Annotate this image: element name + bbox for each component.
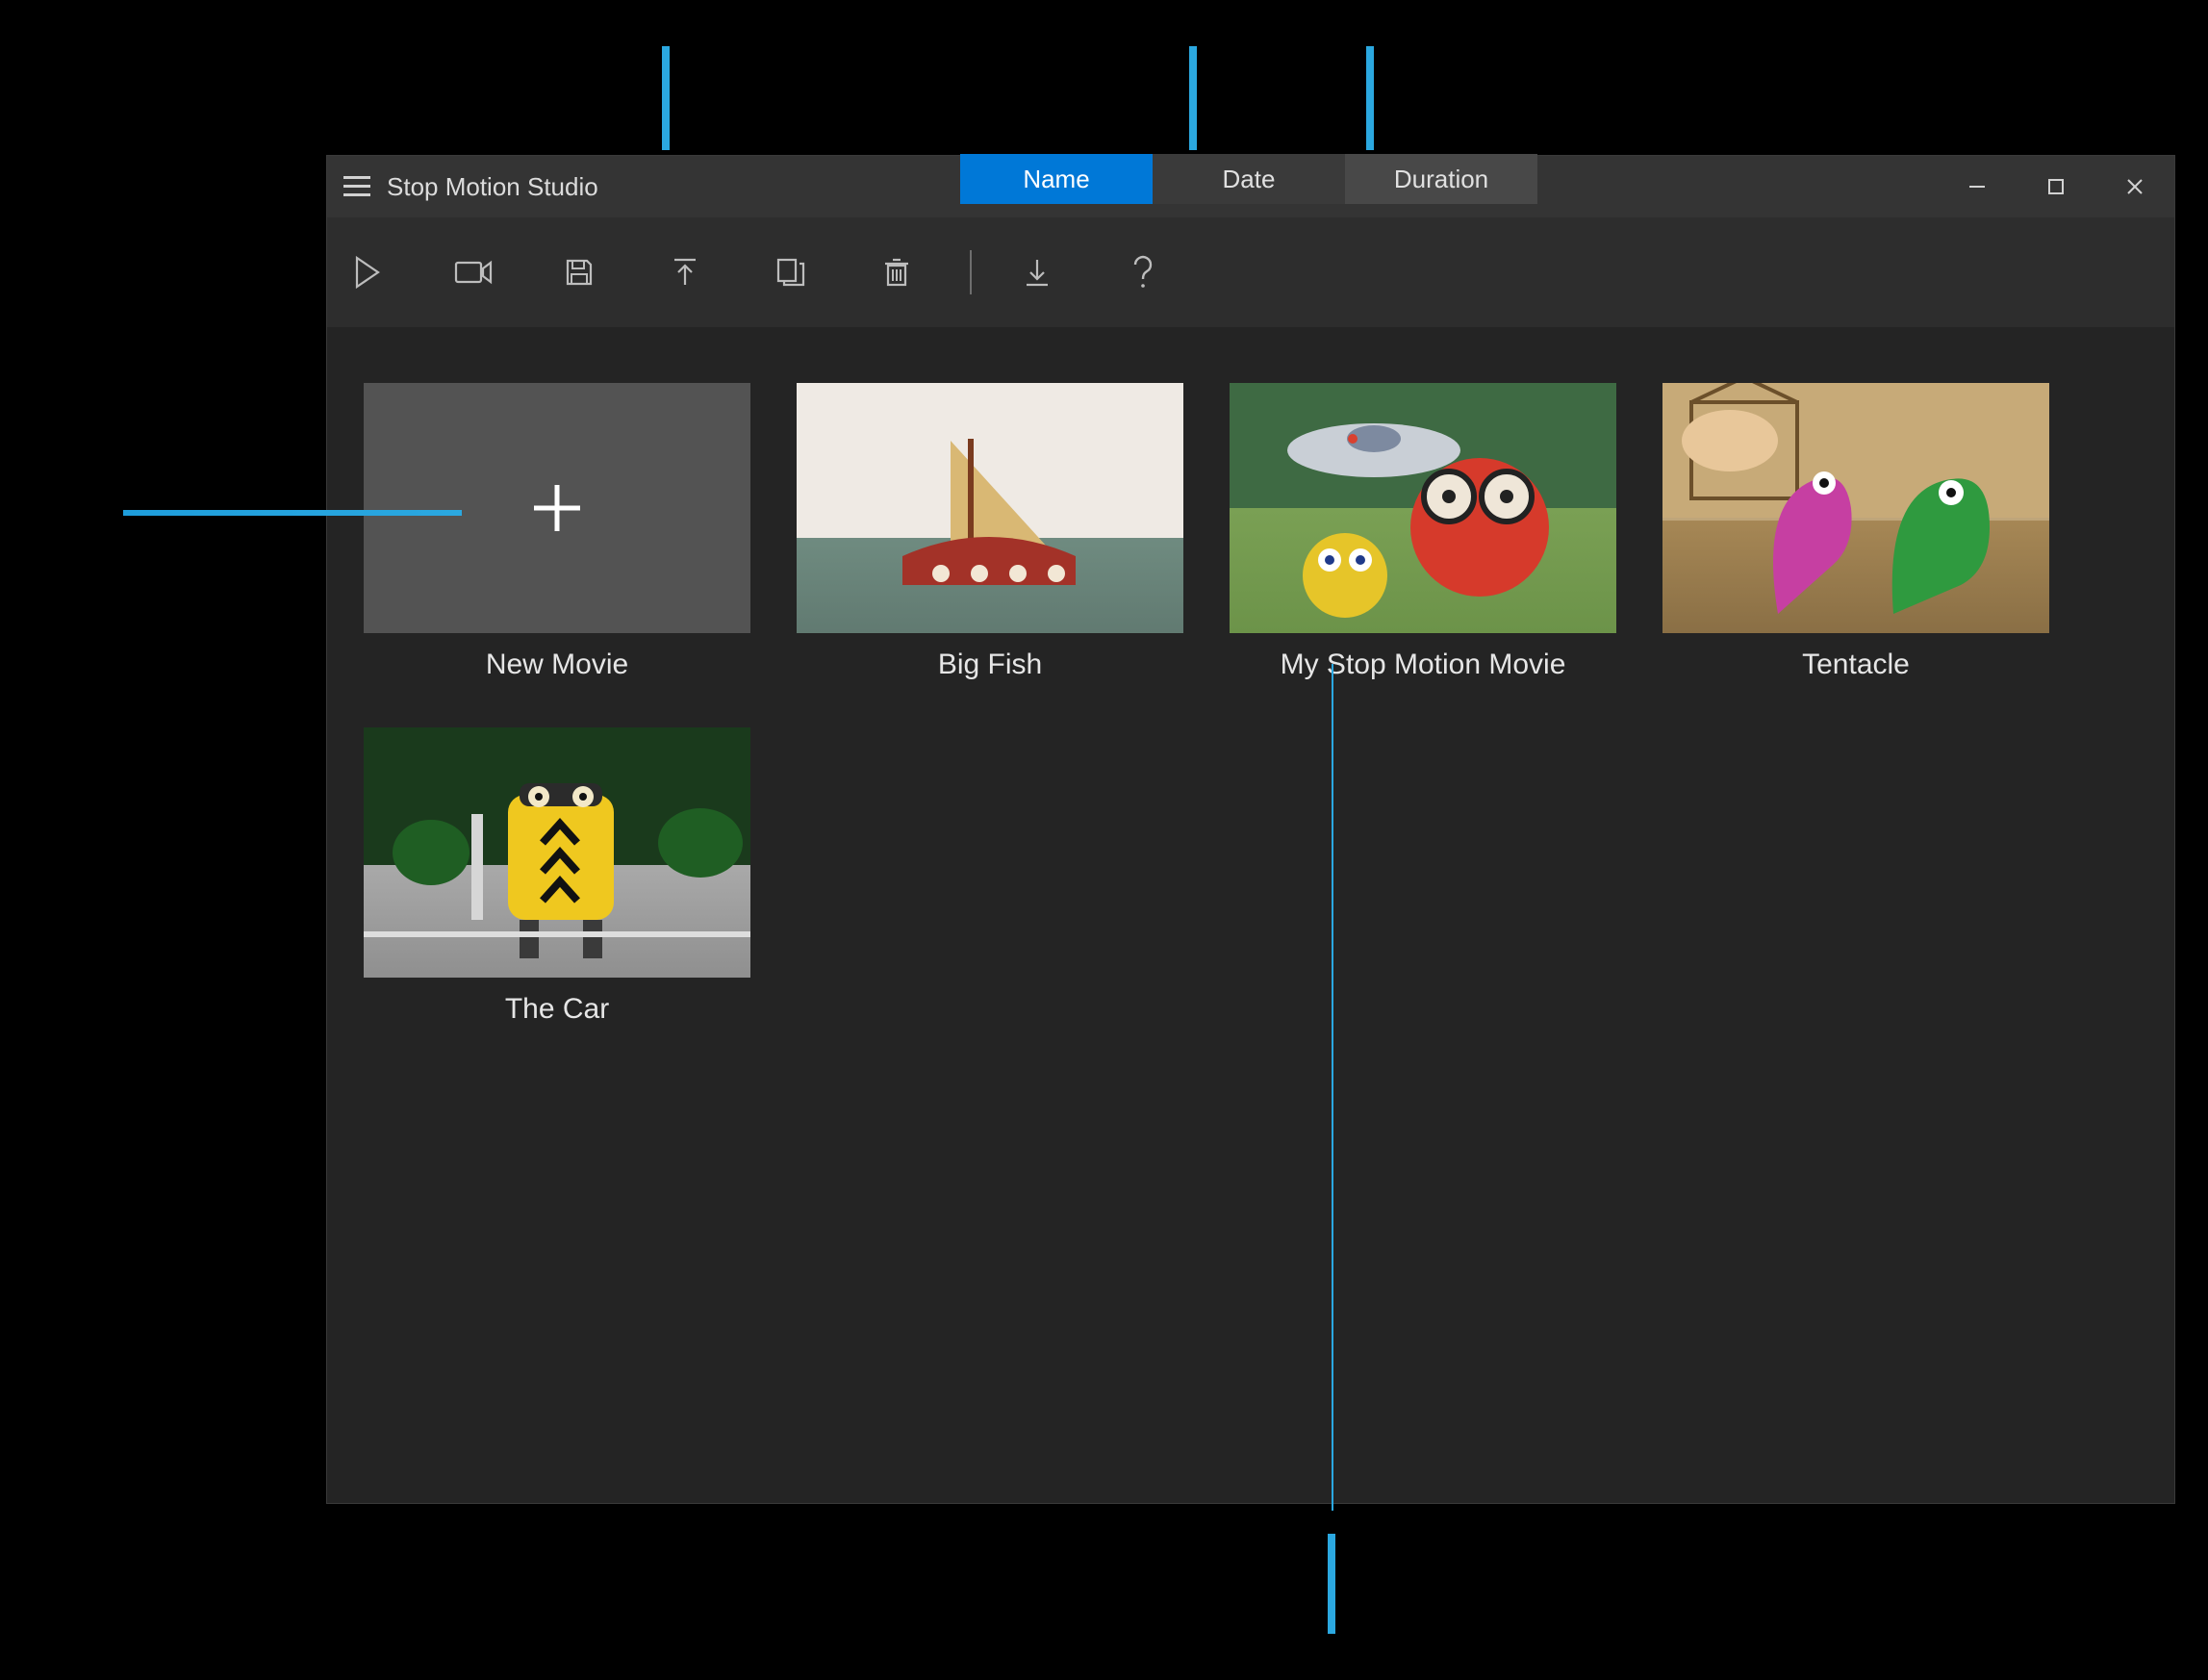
project-tile-tentacle[interactable]: Tentacle <box>1662 383 2049 681</box>
play-icon <box>353 256 382 289</box>
copy-icon <box>774 256 807 289</box>
project-gallery: New Movie Big Fish <box>327 327 2174 1082</box>
callout-marker-project <box>1332 664 1333 1511</box>
project-title: My Stop Motion Movie <box>1281 649 1566 681</box>
project-title: New Movie <box>486 649 628 681</box>
maximize-icon <box>2047 178 2065 195</box>
app-title: Stop Motion Studio <box>387 172 598 202</box>
copy-button[interactable] <box>768 249 814 295</box>
project-title: Big Fish <box>938 649 1042 681</box>
project-tile-the-car[interactable]: The Car <box>364 727 750 1026</box>
minimize-icon <box>1967 177 1987 196</box>
project-thumb <box>797 383 1183 633</box>
project-title: Tentacle <box>1802 649 1910 681</box>
play-button[interactable] <box>344 249 391 295</box>
save-icon <box>564 257 595 288</box>
sort-tab-name[interactable]: Name <box>960 154 1153 204</box>
callout-marker-new-movie <box>123 510 462 516</box>
window-controls <box>1938 156 2174 217</box>
sort-tabs: Name Date Duration <box>960 154 1537 204</box>
plus-icon <box>526 477 588 539</box>
toolbar <box>327 217 2174 327</box>
maximize-button[interactable] <box>2017 156 2095 217</box>
project-tile-new-movie[interactable]: New Movie <box>364 383 750 681</box>
camera-icon <box>454 259 493 286</box>
project-tile-big-fish[interactable]: Big Fish <box>797 383 1183 681</box>
import-button[interactable] <box>1014 249 1060 295</box>
project-tile-my-stop-motion[interactable]: My Stop Motion Movie <box>1230 383 1616 681</box>
sort-tab-duration[interactable]: Duration <box>1345 154 1537 204</box>
import-down-icon <box>1023 256 1052 289</box>
callout-marker-toolbar <box>662 46 670 150</box>
sort-tab-date[interactable]: Date <box>1153 154 1345 204</box>
toolbar-divider <box>970 250 972 294</box>
project-thumb <box>1230 383 1616 633</box>
delete-button[interactable] <box>874 249 920 295</box>
minimize-button[interactable] <box>1938 156 2017 217</box>
close-icon <box>2125 177 2145 196</box>
thumbnail-illustration <box>797 383 1183 633</box>
thumbnail-illustration <box>1662 383 2049 633</box>
callout-marker-duration-tab <box>1366 46 1374 150</box>
export-up-icon <box>671 256 699 289</box>
save-button[interactable] <box>556 249 602 295</box>
thumbnail-illustration <box>364 727 750 978</box>
trash-icon <box>882 256 911 289</box>
export-button[interactable] <box>662 249 708 295</box>
callout-marker-bottom <box>1328 1534 1335 1634</box>
project-thumb <box>364 727 750 978</box>
help-button[interactable] <box>1120 249 1166 295</box>
project-title: The Car <box>505 993 609 1026</box>
callout-marker-date-tab <box>1189 46 1197 150</box>
close-button[interactable] <box>2095 156 2174 217</box>
new-movie-thumb <box>364 383 750 633</box>
app-window: Stop Motion Studio <box>327 156 2174 1503</box>
hamburger-menu-button[interactable] <box>327 156 387 217</box>
record-button[interactable] <box>450 249 496 295</box>
thumbnail-illustration <box>1230 383 1616 633</box>
help-icon <box>1130 255 1155 290</box>
hamburger-icon <box>343 176 370 197</box>
project-thumb <box>1662 383 2049 633</box>
